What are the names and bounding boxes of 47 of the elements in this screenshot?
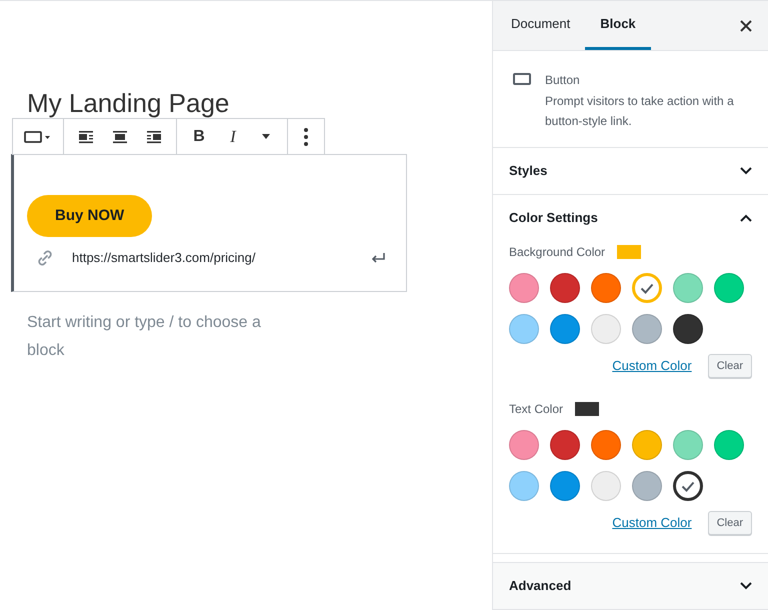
color-swatch[interactable]: [632, 430, 662, 460]
color-swatch[interactable]: [509, 471, 539, 501]
color-swatch[interactable]: [550, 314, 580, 344]
color-swatch[interactable]: [550, 430, 580, 460]
color-swatch[interactable]: [673, 430, 703, 460]
url-input[interactable]: https://smartslider3.com/pricing/: [72, 249, 256, 267]
buy-now-button[interactable]: Buy NOW: [27, 195, 152, 237]
clear-button[interactable]: Clear: [708, 511, 752, 535]
color-swatch[interactable]: [673, 471, 703, 501]
block-description: Prompt visitors to take action with a button-style link.: [545, 93, 735, 130]
block-name: Button: [545, 72, 581, 89]
color-swatch[interactable]: [591, 273, 621, 303]
sidebar-tab[interactable]: Document: [496, 1, 586, 50]
bold-button[interactable]: B: [183, 122, 215, 152]
color-swatch[interactable]: [509, 273, 539, 303]
color-swatch[interactable]: [632, 471, 662, 501]
link-icon: [36, 249, 54, 267]
panel-toggle[interactable]: Color Settings: [493, 195, 768, 241]
custom-color-link[interactable]: Custom Color: [612, 513, 692, 533]
color-swatch[interactable]: [591, 471, 621, 501]
color-swatch[interactable]: [714, 273, 744, 303]
custom-color-link[interactable]: Custom Color: [612, 356, 692, 376]
chevron-down-icon: [740, 582, 752, 590]
color-swatch[interactable]: [673, 273, 703, 303]
paragraph-placeholder[interactable]: Start writing or type / to choose a block: [27, 309, 287, 365]
clear-button[interactable]: Clear: [708, 354, 752, 378]
button-block-icon: [24, 130, 42, 142]
color-label: Background Color: [509, 244, 606, 261]
color-swatch[interactable]: [632, 314, 662, 344]
caret-icon: [45, 136, 50, 138]
color-label: Text Color: [509, 401, 564, 418]
color-swatch[interactable]: [673, 314, 703, 344]
button-block-icon: [513, 73, 531, 85]
italic-button[interactable]: I: [217, 122, 249, 152]
color-swatch[interactable]: [591, 430, 621, 460]
color-swatch[interactable]: [509, 430, 539, 460]
page-title: My Landing Page: [27, 89, 230, 117]
color-swatch[interactable]: [509, 314, 539, 344]
color-swatch[interactable]: [591, 314, 621, 344]
color-swatch[interactable]: [550, 273, 580, 303]
color-swatch[interactable]: [550, 471, 580, 501]
panel-toggle[interactable]: Advanced: [493, 563, 768, 609]
chevron-down-icon: [740, 167, 752, 175]
panel-toggle[interactable]: Styles: [493, 148, 768, 194]
sidebar-tab[interactable]: Block: [585, 1, 651, 50]
chevron-up-icon: [740, 214, 752, 222]
color-swatch[interactable]: [714, 430, 744, 460]
